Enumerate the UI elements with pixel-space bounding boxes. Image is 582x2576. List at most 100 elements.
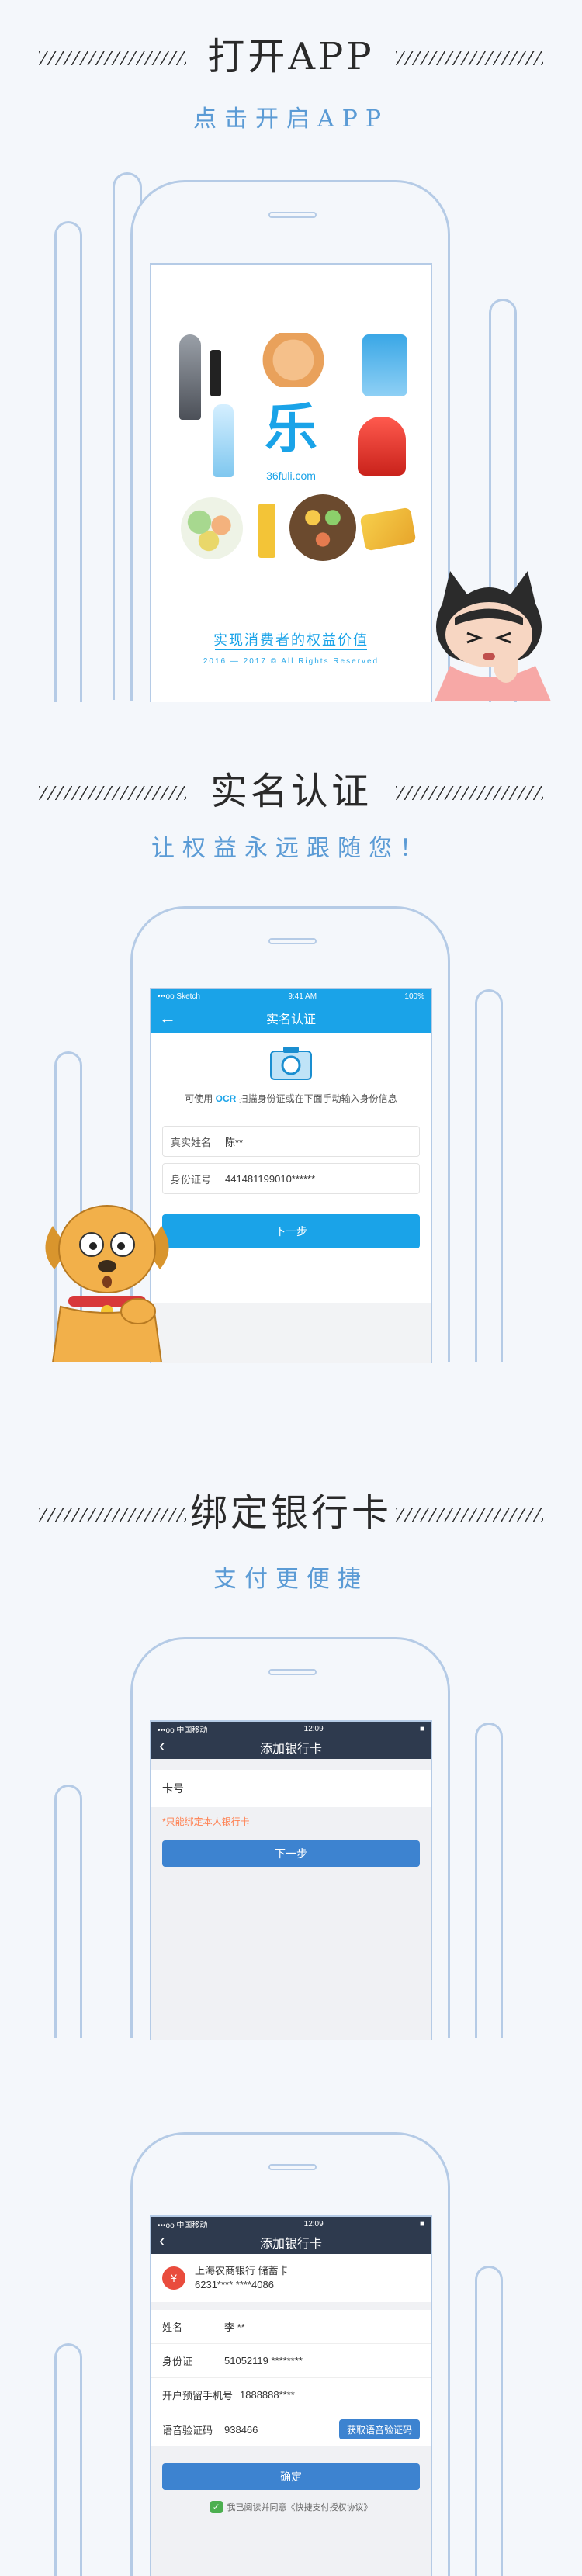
page: 打开APP 点击开启APP 乐 36fuli.com 实现消费者的权益价值 20… [0,0,582,2576]
girl-mascot-icon [435,571,551,701]
field-label: 姓名 [162,2322,183,2333]
back-arrow-icon[interactable]: ‹ [159,2231,165,2251]
ocr-link[interactable]: OCR [216,1093,237,1104]
section-subtitle: 支付更便捷 [213,1566,369,1593]
confirm-button[interactable]: 确定 [162,2463,420,2490]
agreement: ✓ 我已阅读并同意《快捷支付授权协议》 [151,2501,431,2513]
section-subtitle: 点击开启APP [192,106,390,133]
ocr-hint-post: 扫描身份证或在下面手动输入身份信息 [238,1093,397,1104]
status-time: 9:41 AM [288,992,317,1001]
field-label: 开户预留手机号 [162,2390,234,2401]
status-bar: •••oo 中国移动 12:09 ■ [151,2217,431,2231]
bank-name: 上海农商银行 储蓄卡 [195,2265,289,2277]
dish-icon [289,494,356,561]
confirm-header: •••oo 中国移动 12:09 ■ ‹ 添加银行卡 [151,2217,431,2254]
field-label: 语音验证码 [162,2424,213,2436]
status-carrier: •••oo Sketch [158,992,200,1001]
hatch-decoration [396,786,543,800]
drink-can-icon [258,504,275,558]
status-time: 12:09 [303,2219,324,2228]
name-value: 陈** [225,1136,244,1148]
id-label: 身份证号 [171,1173,212,1186]
water-bottle-icon [213,404,234,477]
splash-screen[interactable]: 乐 36fuli.com 实现消费者的权益价值 2016 — 2017 © Al… [150,263,432,702]
field-value: 1888888**** [240,2389,295,2401]
camera-icon[interactable] [269,1045,313,1081]
nav-title: 实名认证 [265,1013,316,1027]
dog-mascot-icon [45,1205,169,1362]
back-arrow-icon[interactable]: ‹ [159,1736,165,1756]
holder-phone-row[interactable]: 开户预留手机号 1888888**** [151,2378,431,2412]
back-arrow-icon[interactable]: ← [159,1008,176,1028]
status-battery: ■ [419,1724,424,1733]
phone-speaker [268,2164,317,2170]
bank-logo-icon: ¥ [162,2266,185,2290]
section-title-bind-card: 绑定银行卡 [0,1486,582,1540]
bind-notice: *只能绑定本人银行卡 [162,1816,250,1827]
nav-bar: ‹ 添加银行卡 [151,2231,431,2254]
name-field[interactable]: 真实姓名 陈** [162,1126,420,1157]
hatch-decoration [396,51,543,65]
voice-code-row[interactable]: 语音验证码 938466 获取语音验证码 [151,2412,431,2446]
status-carrier: •••oo 中国移动 [158,2221,208,2230]
field-value: 李 ** [224,2322,245,2333]
id-field[interactable]: 身份证号 441481199010****** [162,1163,420,1194]
bind-card-screen: •••oo 中国移动 12:09 ■ ‹ 添加银行卡 卡号 *只能绑定本人银行卡… [150,1720,432,2040]
ticket-card-icon [359,507,417,552]
phone-speaker [268,212,317,218]
snack-bag-icon [362,334,407,396]
confirm-card-screen: •••oo 中国移动 12:09 ■ ‹ 添加银行卡 ¥ 上海农商银行 储蓄卡 … [150,2215,432,2576]
card-number-field[interactable]: 卡号 [151,1770,431,1807]
field-label: 身份证 [162,2356,193,2367]
decor-pill [475,2266,503,2576]
decor-pill [54,2343,82,2576]
ocr-hint: 可使用 OCR 扫描身份证或在下面手动输入身份信息 [151,1092,431,1105]
decor-pill [475,989,503,1362]
dessert-icon [181,497,243,559]
next-button[interactable]: 下一步 [162,1214,420,1248]
phone-speaker [268,1669,317,1675]
bank-card-info[interactable]: ¥ 上海农商银行 储蓄卡 6231**** ****4086 [151,2254,431,2302]
phone-frame: •••oo 中国移动 12:09 ■ ‹ 添加银行卡 ¥ 上海农商银行 储蓄卡 … [130,2132,450,2576]
decor-pill [54,221,82,702]
section-title-verify: 实名认证 [0,764,582,819]
slogan-divider [215,649,367,650]
checkbox-checked-icon[interactable]: ✓ [210,2501,223,2513]
section-subtitle: 让权益永远跟随您！ [151,835,431,862]
status-bar: •••oo 中国移动 12:09 ■ [151,1722,431,1736]
status-battery: 100% [404,992,424,1001]
nav-bar: ‹ 添加银行卡 [151,1736,431,1759]
lipstick-icon [210,350,221,396]
field-value: 51052119 ******** [224,2355,303,2367]
splash-slogan: 实现消费者的权益价值 [213,632,369,649]
ocr-panel: 可使用 OCR 扫描身份证或在下面手动输入身份信息 [151,1033,431,1118]
status-bar: •••oo Sketch 9:41 AM 100% [151,989,431,1003]
holder-name-row: 姓名 李 ** [151,2310,431,2344]
microphone-icon [179,334,201,420]
brand-logo-icon: 乐 [264,400,317,459]
phone-frame: •••oo 中国移动 12:09 ■ ‹ 添加银行卡 卡号 *只能绑定本人银行卡… [130,1637,450,2040]
nav-title: 添加银行卡 [259,1743,322,1756]
name-label: 真实姓名 [171,1136,212,1148]
food-plate-icon [251,333,336,387]
boxing-glove-icon [358,417,406,476]
voice-code-field[interactable]: 语音验证码 938466 [162,2422,258,2437]
section-title-open-app: 打开APP [0,29,582,84]
bind-header: •••oo 中国移动 12:09 ■ ‹ 添加银行卡 [151,1722,431,1759]
status-carrier: •••oo 中国移动 [158,1726,208,1735]
verify-screen: •••oo Sketch 9:41 AM 100% ← 实名认证 可使用 OCR… [150,988,432,1363]
get-voice-code-button[interactable]: 获取语音验证码 [338,2419,420,2439]
hatch-decoration [396,1508,543,1522]
agreement-text[interactable]: 我已阅读并同意《快捷支付授权协议》 [227,2501,372,2513]
bank-card-number: 6231**** ****4086 [195,2279,274,2290]
card-holder-form: 姓名 李 ** 身份证 51052119 ******** 开户预留手机号 18… [151,2310,431,2446]
id-value: 441481199010****** [225,1172,316,1185]
bank-card-text: 上海农商银行 储蓄卡 6231**** ****4086 [195,2264,289,2292]
card-number-label: 卡号 [162,1782,184,1795]
phone-speaker [268,938,317,944]
holder-id-row: 身份证 51052119 ******** [151,2344,431,2378]
next-button[interactable]: 下一步 [162,1840,420,1867]
nav-title: 添加银行卡 [259,2238,322,2251]
verify-header: •••oo Sketch 9:41 AM 100% ← 实名认证 [151,989,431,1033]
